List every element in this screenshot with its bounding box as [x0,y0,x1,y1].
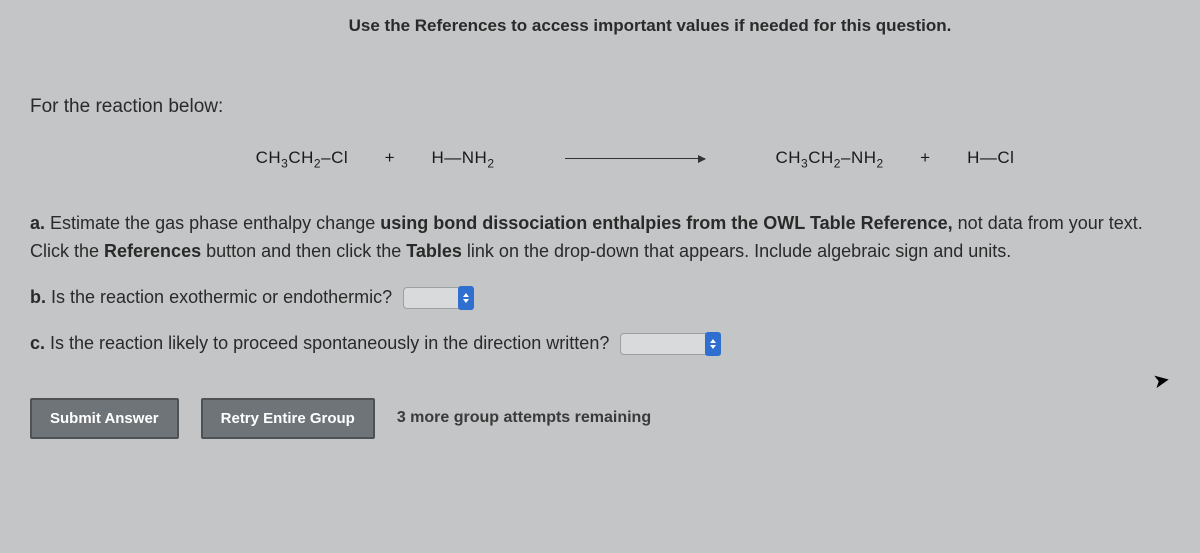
part-c-label: c. [30,333,45,353]
part-b: b. Is the reaction exothermic or endothe… [30,284,1170,312]
product-1: CH3CH2–NH2 [775,148,883,167]
submit-answer-button[interactable]: Submit Answer [30,398,179,439]
stepper-icon[interactable] [458,286,474,310]
reference-instruction: Use the References to access important v… [130,16,1170,36]
plus-sign: + [920,148,930,167]
part-c-select[interactable] [620,333,720,355]
part-a-bold-1: using bond dissociation enthalpies from … [380,213,952,233]
part-c: c. Is the reaction likely to proceed spo… [30,330,1170,358]
part-b-text: Is the reaction exothermic or endothermi… [46,287,392,307]
part-a: a. Estimate the gas phase enthalpy chang… [30,210,1170,266]
part-b-label: b. [30,287,46,307]
reaction-equation: CH3CH2–Cl + H—NH2 CH3CH2–NH2 + H—Cl [30,148,1170,170]
stepper-icon[interactable] [705,332,721,356]
part-a-text-3: button and then click the [201,241,406,261]
reaction-arrow [565,158,705,159]
attempts-remaining: 3 more group attempts remaining [397,409,651,427]
reactant-1: CH3CH2–Cl [256,148,349,167]
product-2: H—Cl [967,148,1014,167]
part-c-text: Is the reaction likely to proceed sponta… [45,333,609,353]
part-b-select[interactable] [403,287,473,309]
plus-sign: + [385,148,395,167]
part-a-label: a. [30,213,45,233]
part-a-bold-2: References [104,241,201,261]
intro-text: For the reaction below: [30,96,1170,118]
action-row: Submit Answer Retry Entire Group 3 more … [30,398,1170,439]
part-a-text-4: link on the drop-down that appears. Incl… [462,241,1011,261]
question-container: Use the References to access important v… [0,0,1200,439]
part-a-bold-3: Tables [406,241,462,261]
retry-group-button[interactable]: Retry Entire Group [201,398,375,439]
part-a-text-1: Estimate the gas phase enthalpy change [45,213,380,233]
reactant-2: H—NH2 [432,148,495,167]
